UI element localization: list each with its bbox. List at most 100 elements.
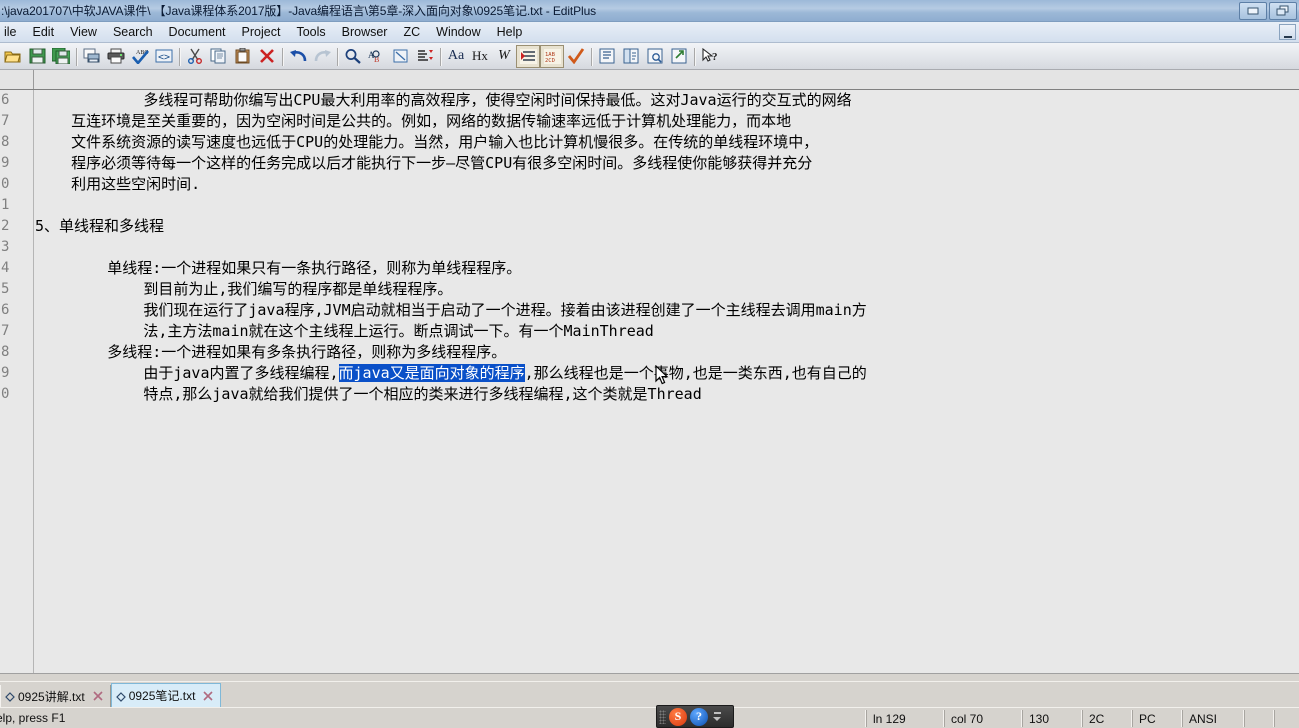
editor-line: 利用这些空闲时间.: [35, 175, 201, 193]
ime-minimize-icon[interactable]: [713, 712, 721, 714]
window-controls: [1239, 2, 1297, 20]
toolbar-separator: [176, 46, 183, 66]
status-message: elp, press F1: [0, 711, 66, 725]
menu-file[interactable]: ile: [0, 23, 25, 41]
line-number: 7: [1, 323, 10, 339]
ime-drag-handle[interactable]: [659, 709, 666, 724]
sogou-logo-icon[interactable]: S: [669, 707, 687, 726]
tab-close-icon[interactable]: [202, 690, 214, 702]
line-number: 0: [1, 386, 10, 402]
font-icon[interactable]: Aa: [444, 45, 468, 68]
editor-line: 多线程可帮助你编写出CPU最大利用率的高效程序，使得空闲时间保持最低。这对Jav…: [35, 91, 852, 109]
font-icon-label: Aa: [447, 48, 465, 63]
restore-button[interactable]: [1269, 2, 1297, 20]
menu-window[interactable]: Window: [428, 23, 488, 41]
line-number: 8: [1, 134, 10, 150]
cut-icon[interactable]: [183, 45, 207, 68]
line-number: 8: [1, 344, 10, 360]
copy-icon[interactable]: [207, 45, 231, 68]
goto-icon[interactable]: [389, 45, 413, 68]
save-all-icon[interactable]: [49, 45, 73, 68]
paste-icon[interactable]: [231, 45, 255, 68]
selected-text[interactable]: 而java又是面向对象的程序: [338, 364, 525, 382]
context-help-icon[interactable]: ?: [698, 45, 722, 68]
check-mark-icon[interactable]: [564, 45, 588, 68]
open-file-icon[interactable]: [1, 45, 25, 68]
toolbar-separator: [691, 46, 698, 66]
line-number-gutter: 6 7 8 9 0 1 2 3 4 5 6 7 8 9 0: [0, 90, 34, 681]
show-line-numbers-icon[interactable]: [516, 44, 540, 68]
svg-text:<>: <>: [158, 52, 170, 63]
menu-project[interactable]: Project: [234, 23, 289, 41]
tab-label: 0925笔记.txt: [128, 689, 196, 703]
menu-edit[interactable]: Edit: [25, 23, 63, 41]
print-icon[interactable]: [104, 45, 128, 68]
status-bar: elp, press F1 ln 129 col 70 130 2C PC AN…: [0, 707, 1299, 728]
delete-icon[interactable]: [255, 45, 279, 68]
undo-icon[interactable]: [286, 45, 310, 68]
menu-help[interactable]: Help: [489, 23, 531, 41]
tab-modified-icon: [115, 691, 126, 702]
menu-document[interactable]: Document: [161, 23, 234, 41]
line-number: 5: [1, 281, 10, 297]
tab-0925笔记[interactable]: 0925笔记.txt: [110, 683, 222, 707]
tab-0925讲解[interactable]: 0925讲解.txt: [0, 685, 111, 707]
main-toolbar: ABC <> A B Aa Hx W 1AB 2CD ?: [0, 43, 1299, 70]
sogou-ime-toolbar[interactable]: S ?: [656, 705, 734, 728]
line-number: 6: [1, 92, 10, 108]
editor-line: 互连环境是至关重要的，因为空闲时间是公共的。例如，网络的数据传输速率远低于计算机…: [35, 112, 792, 130]
status-spare-2: [1274, 710, 1299, 727]
document-selector-icon[interactable]: [595, 45, 619, 68]
bookmark-icon[interactable]: [413, 45, 437, 68]
editor-line: 程序必须等待每一个这样的任务完成以后才能执行下一步–尽管CPU有很多空闲时间。多…: [35, 154, 813, 172]
hex-viewer-label: Hx: [472, 48, 488, 63]
menu-zc[interactable]: ZC: [395, 23, 428, 41]
status-char-count: 130: [1022, 710, 1082, 727]
minimize-button[interactable]: [1239, 2, 1267, 20]
find-icon[interactable]: [341, 45, 365, 68]
text-editor-area[interactable]: 6 7 8 9 0 1 2 3 4 5 6 7 8 9 0 多线程可帮助你编写出…: [0, 90, 1299, 681]
ruler-scale: ----+----1----+----2----+----3----+----4…: [35, 70, 998, 89]
browser-icon[interactable]: [667, 45, 691, 68]
redo-icon[interactable]: [310, 45, 334, 68]
menu-bar: ile Edit View Search Document Project To…: [0, 22, 1299, 43]
preview-icon[interactable]: [643, 45, 667, 68]
line-number: 9: [1, 155, 10, 171]
line-number: 4: [1, 260, 10, 276]
editor-line-with-selection: 由于java内置了多线程编程,而java又是面向对象的程序,那么线程也是一个事物…: [35, 363, 1299, 384]
editor-pane-divider: [0, 673, 1299, 681]
hex-viewer-icon[interactable]: Hx: [468, 45, 492, 68]
editplus-window: :\java201707\中软JAVA课件\ 【Java课程体系2017版】-J…: [0, 0, 1299, 728]
html-tag-icon[interactable]: <>: [152, 45, 176, 68]
show-spaces-icon[interactable]: 1AB 2CD: [540, 44, 564, 68]
spell-check-icon[interactable]: ABC: [128, 45, 152, 68]
status-line-indicator: ln 129: [866, 710, 944, 727]
ime-expand-control[interactable]: [713, 712, 721, 721]
editor-line: 特点,那么java就给我们提供了一个相应的类来进行多线程编程,这个类就是Thre…: [35, 385, 702, 403]
print-preview-icon[interactable]: [80, 45, 104, 68]
editor-line: 我们现在运行了java程序,JVM启动就相当于启动了一个进程。接着由该进程创建了…: [35, 301, 867, 319]
ime-chevron-down-icon[interactable]: [713, 717, 721, 721]
ime-help-icon[interactable]: ?: [690, 707, 708, 726]
toolbar-separator: [73, 46, 80, 66]
tab-close-icon[interactable]: [92, 690, 104, 702]
menu-search[interactable]: Search: [105, 23, 161, 41]
menu-browser[interactable]: Browser: [334, 23, 396, 41]
line-number: 2: [1, 218, 10, 234]
document-tab-bar: 0925讲解.txt 0925笔记.txt: [0, 681, 1299, 707]
cliptext-window-icon[interactable]: [619, 45, 643, 68]
save-file-icon[interactable]: [25, 45, 49, 68]
menu-view[interactable]: View: [62, 23, 105, 41]
document-minimize-button[interactable]: [1279, 24, 1296, 40]
svg-text:2CD: 2CD: [545, 58, 555, 64]
menu-tools[interactable]: Tools: [288, 23, 333, 41]
line-number: 6: [1, 302, 10, 318]
editor-line: 单线程:一个进程如果只有一条执行路径，则称为单线程程序。: [35, 259, 522, 277]
word-wrap-icon[interactable]: W: [492, 45, 516, 68]
line-number: 9: [1, 365, 10, 381]
window-title: :\java201707\中软JAVA课件\ 【Java课程体系2017版】-J…: [1, 4, 597, 18]
text-content[interactable]: 多线程可帮助你编写出CPU最大利用率的高效程序，使得空闲时间保持最低。这对Jav…: [35, 90, 1299, 681]
find-replace-icon[interactable]: A B: [365, 45, 389, 68]
